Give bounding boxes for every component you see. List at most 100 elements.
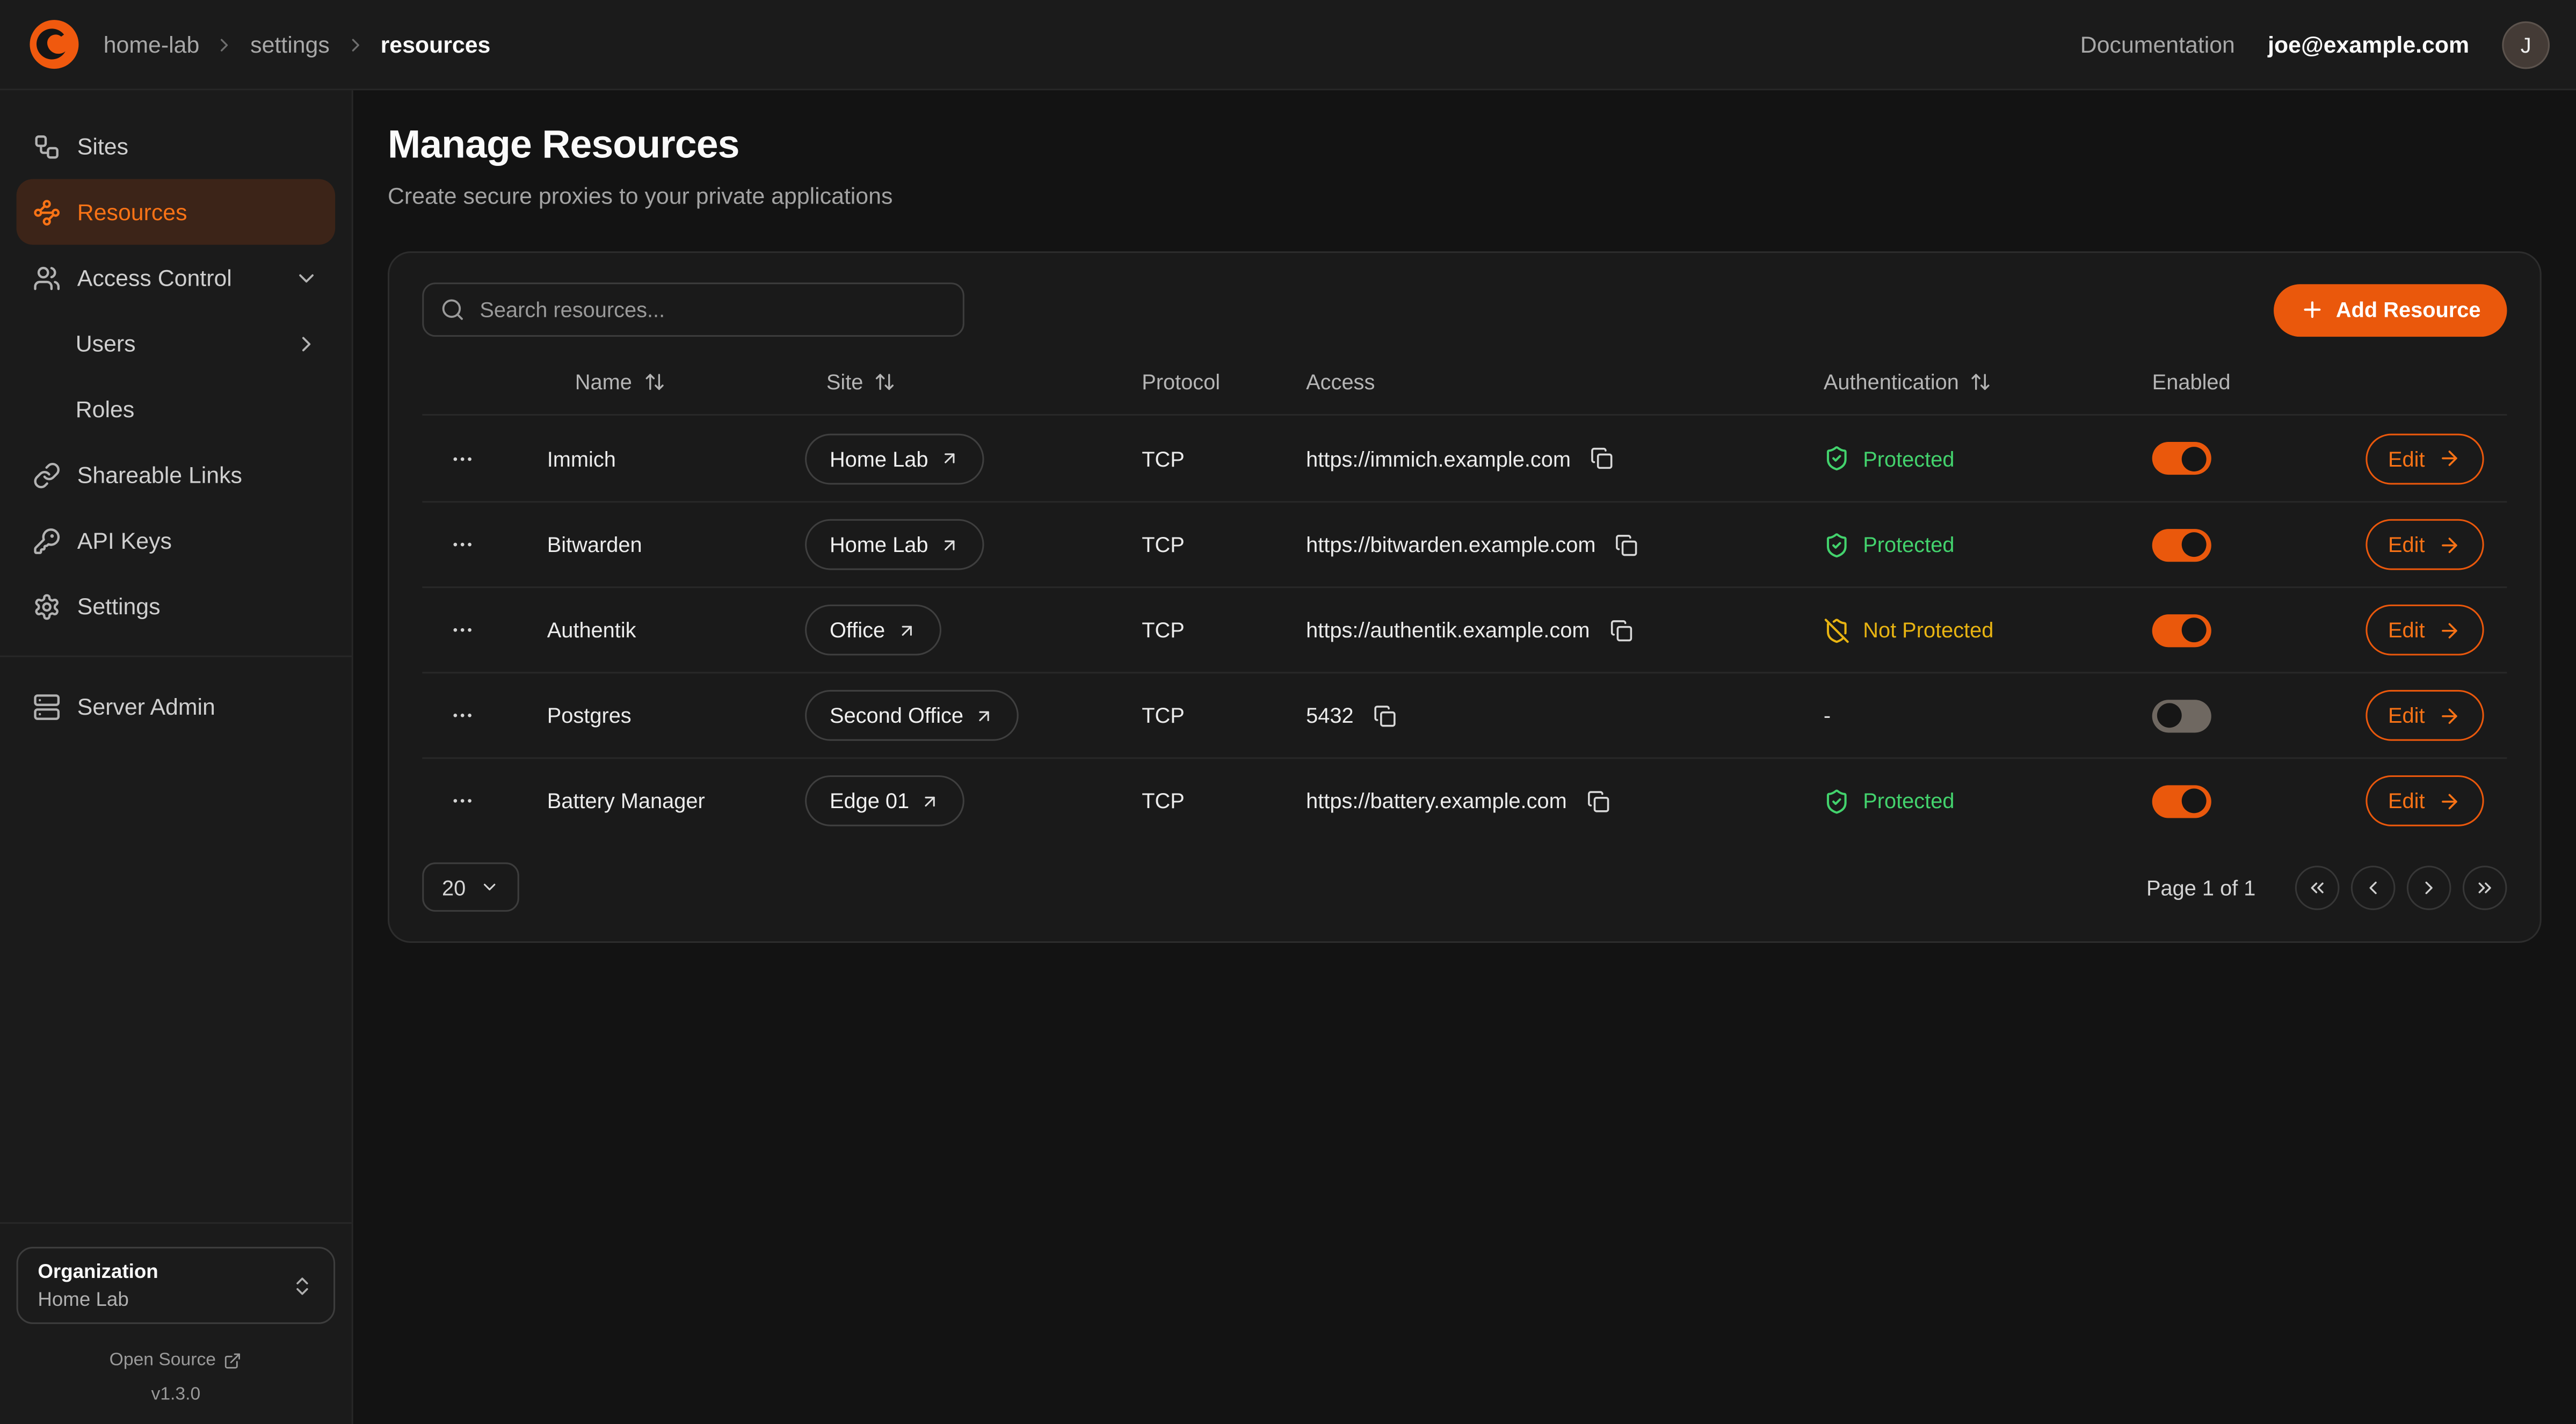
- sort-by-site[interactable]: Site: [826, 369, 896, 394]
- toggle-knob: [2182, 532, 2207, 557]
- chevron-right-icon: [294, 331, 319, 355]
- edit-button[interactable]: Edit: [2365, 690, 2484, 741]
- site-badge-label: Office: [830, 617, 885, 642]
- breadcrumb-settings[interactable]: settings: [250, 31, 330, 57]
- avatar[interactable]: J: [2502, 20, 2550, 68]
- sidebar-item-resources[interactable]: Resources: [17, 179, 336, 244]
- edit-button[interactable]: Edit: [2365, 775, 2484, 826]
- sidebar-item-label: Roles: [76, 396, 135, 422]
- sidebar-footer: Organization Home Lab Open Source v1.3.0: [0, 1222, 352, 1424]
- sidebar-item-label: Shareable Links: [77, 462, 242, 488]
- edit-button-label: Edit: [2388, 788, 2425, 813]
- enabled-toggle[interactable]: [2152, 614, 2211, 646]
- access-value: 5432: [1306, 703, 1353, 728]
- enabled-toggle[interactable]: [2152, 528, 2211, 561]
- sort-icon: [875, 371, 896, 393]
- edit-button[interactable]: Edit: [2365, 519, 2484, 570]
- sort-icon: [1970, 371, 1992, 393]
- search-input[interactable]: [422, 282, 964, 337]
- sidebar-item-roles[interactable]: Roles: [17, 376, 336, 442]
- shield-check-icon: [1824, 445, 1850, 471]
- copy-icon: [1609, 619, 1632, 642]
- page-subtitle: Create secure proxies to your private ap…: [388, 183, 2542, 209]
- sidebar-item-users[interactable]: Users: [17, 310, 336, 376]
- add-resource-button[interactable]: Add Resource: [2274, 284, 2507, 336]
- chevrons-right-icon: [2474, 876, 2495, 898]
- app-root: home-lab settings resources Documentatio…: [0, 0, 2576, 1424]
- page-indicator: Page 1 of 1: [2146, 875, 2255, 899]
- protocol-value: TCP: [1142, 703, 1306, 728]
- breadcrumb-current[interactable]: resources: [381, 31, 491, 57]
- arrow-up-right-icon: [975, 706, 995, 725]
- open-source-link[interactable]: Open Source: [17, 1350, 336, 1370]
- last-page-button[interactable]: [2463, 865, 2507, 910]
- breadcrumb: home-lab settings resources: [104, 31, 491, 57]
- row-menu-button[interactable]: [442, 439, 480, 477]
- documentation-link[interactable]: Documentation: [2080, 31, 2235, 57]
- breadcrumb-org[interactable]: home-lab: [104, 31, 200, 57]
- table-row: Postgres Second Office TCP 5432: [422, 672, 2507, 757]
- site-badge-label: Home Lab: [830, 532, 928, 557]
- sidebar-item-shareable-links[interactable]: Shareable Links: [17, 442, 336, 507]
- access-value: https://battery.example.com: [1306, 788, 1567, 813]
- toggle-knob: [2157, 703, 2182, 728]
- arrow-right-icon: [2438, 704, 2461, 727]
- sidebar-item-server-admin[interactable]: Server Admin: [17, 673, 336, 739]
- copy-button[interactable]: [1370, 701, 1399, 730]
- header-authentication-label: Authentication: [1824, 369, 1959, 394]
- avatar-initial: J: [2521, 32, 2531, 57]
- resource-name: Authentik: [501, 617, 805, 642]
- pagination: 20 Page 1 of 1: [422, 862, 2507, 912]
- org-selector[interactable]: Organization Home Lab: [17, 1247, 336, 1324]
- auth-label: -: [1824, 703, 1831, 728]
- copy-button[interactable]: [1606, 615, 1636, 645]
- edit-button-label: Edit: [2388, 532, 2425, 557]
- protocol-value: TCP: [1142, 532, 1306, 557]
- open-source-label: Open Source: [110, 1350, 216, 1370]
- sidebar-item-label: Resources: [77, 199, 187, 225]
- site-link-badge[interactable]: Office: [805, 605, 941, 656]
- enabled-toggle[interactable]: [2152, 442, 2211, 475]
- sidebar-item-settings[interactable]: Settings: [17, 573, 336, 639]
- user-email[interactable]: joe@example.com: [2268, 31, 2469, 57]
- site-badge-label: Edge 01: [830, 788, 909, 813]
- next-page-button[interactable]: [2407, 865, 2451, 910]
- sidebar-item-access-control[interactable]: Access Control: [17, 245, 336, 310]
- waypoints-icon: [33, 198, 61, 226]
- edit-button[interactable]: Edit: [2365, 433, 2484, 484]
- page-size-select[interactable]: 20: [422, 862, 520, 912]
- edit-button-label: Edit: [2388, 617, 2425, 642]
- sidebar-item-sites[interactable]: Sites: [17, 113, 336, 179]
- row-menu-button[interactable]: [442, 696, 480, 734]
- ellipsis-icon: [449, 532, 474, 557]
- copy-button[interactable]: [1583, 786, 1613, 816]
- row-menu-button[interactable]: [442, 782, 480, 819]
- sort-by-authentication[interactable]: Authentication: [1824, 369, 1992, 394]
- resource-name: Battery Manager: [501, 788, 805, 813]
- sidebar-item-label: Server Admin: [77, 693, 215, 720]
- copy-button[interactable]: [1612, 530, 1642, 560]
- sort-by-name[interactable]: Name: [575, 369, 665, 394]
- enabled-toggle[interactable]: [2152, 699, 2211, 732]
- resource-name: Immich: [501, 446, 805, 471]
- site-link-badge[interactable]: Second Office: [805, 690, 1019, 741]
- row-menu-button[interactable]: [442, 526, 480, 563]
- table-row: Bitwarden Home Lab TCP https://bitwarden…: [422, 501, 2507, 586]
- arrow-right-icon: [2438, 619, 2461, 642]
- app-logo[interactable]: [26, 17, 82, 72]
- copy-icon: [1591, 447, 1614, 470]
- row-menu-button[interactable]: [442, 611, 480, 649]
- sidebar-item-api-keys[interactable]: API Keys: [17, 507, 336, 573]
- edit-button[interactable]: Edit: [2365, 605, 2484, 656]
- resource-name: Postgres: [501, 703, 805, 728]
- copy-button[interactable]: [1587, 444, 1617, 473]
- site-link-badge[interactable]: Home Lab: [805, 433, 984, 484]
- first-page-button[interactable]: [2295, 865, 2340, 910]
- site-link-badge[interactable]: Edge 01: [805, 775, 965, 826]
- auth-label: Not Protected: [1863, 617, 1993, 642]
- sidebar-item-label: API Keys: [77, 527, 172, 554]
- site-link-badge[interactable]: Home Lab: [805, 519, 984, 570]
- enabled-toggle[interactable]: [2152, 784, 2211, 817]
- key-icon: [33, 527, 61, 555]
- prev-page-button[interactable]: [2351, 865, 2396, 910]
